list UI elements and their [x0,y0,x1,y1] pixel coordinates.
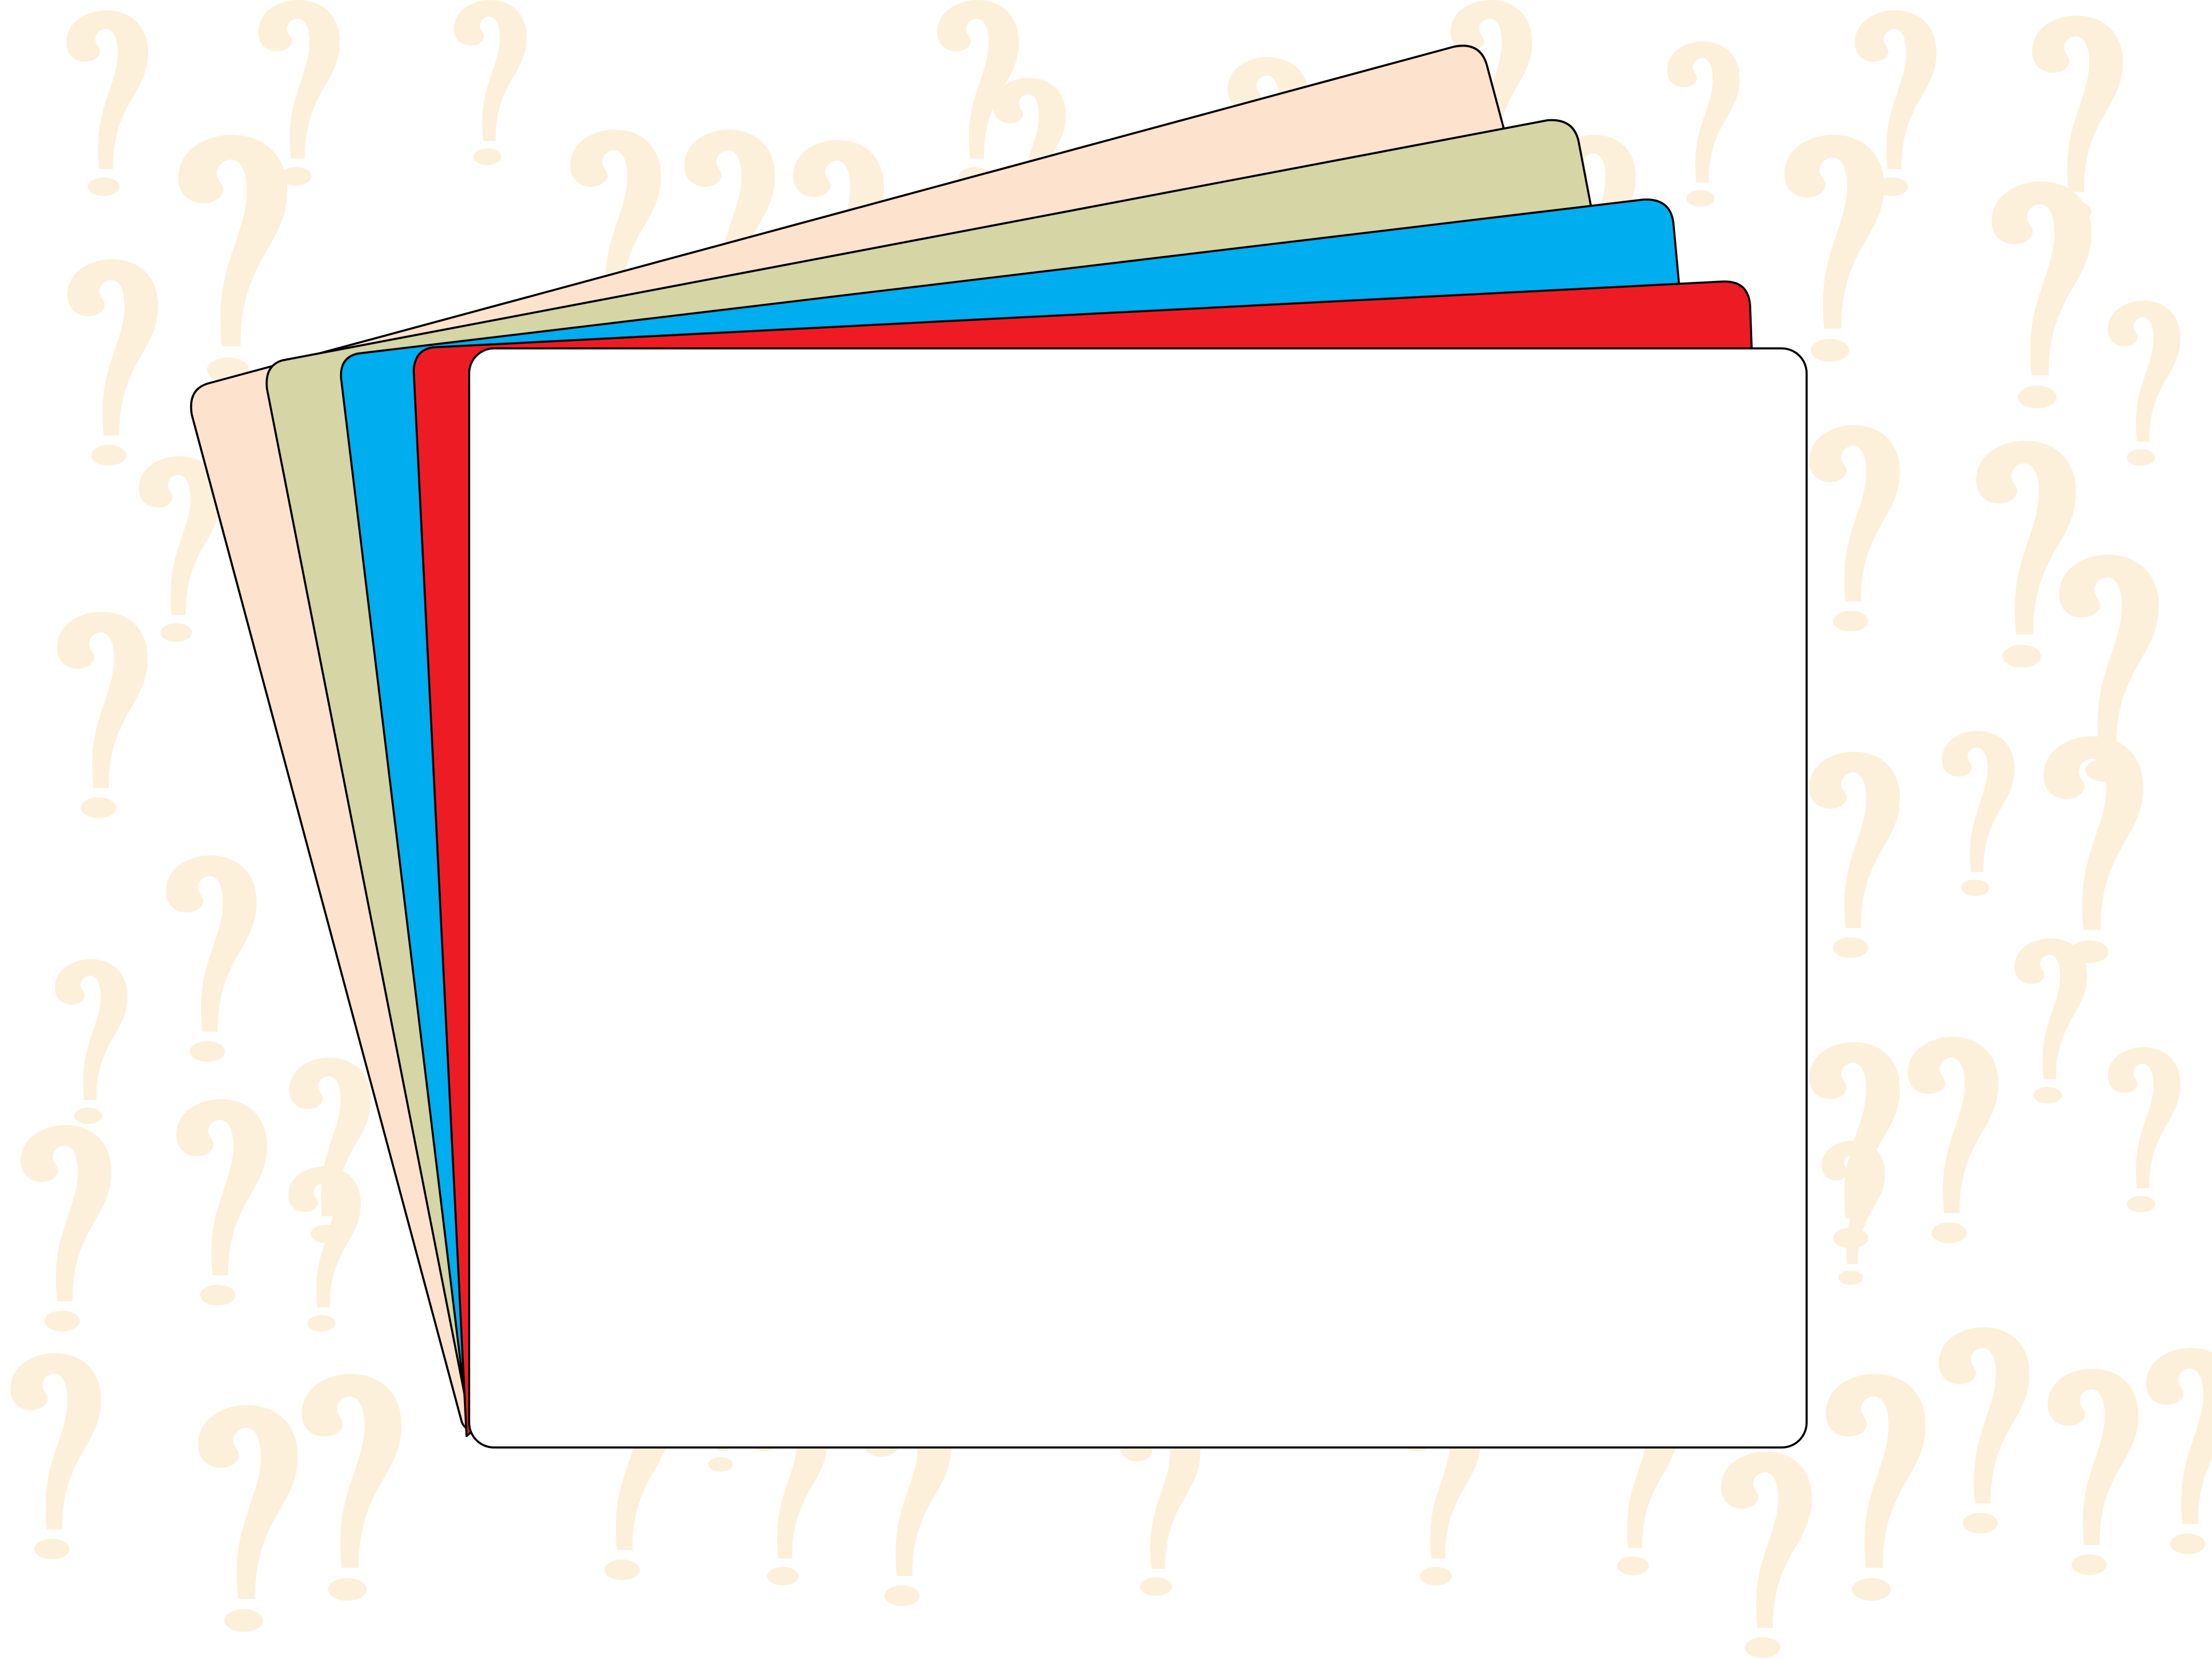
card-front-white [468,347,1808,1449]
slide-canvas [0,0,2212,1659]
